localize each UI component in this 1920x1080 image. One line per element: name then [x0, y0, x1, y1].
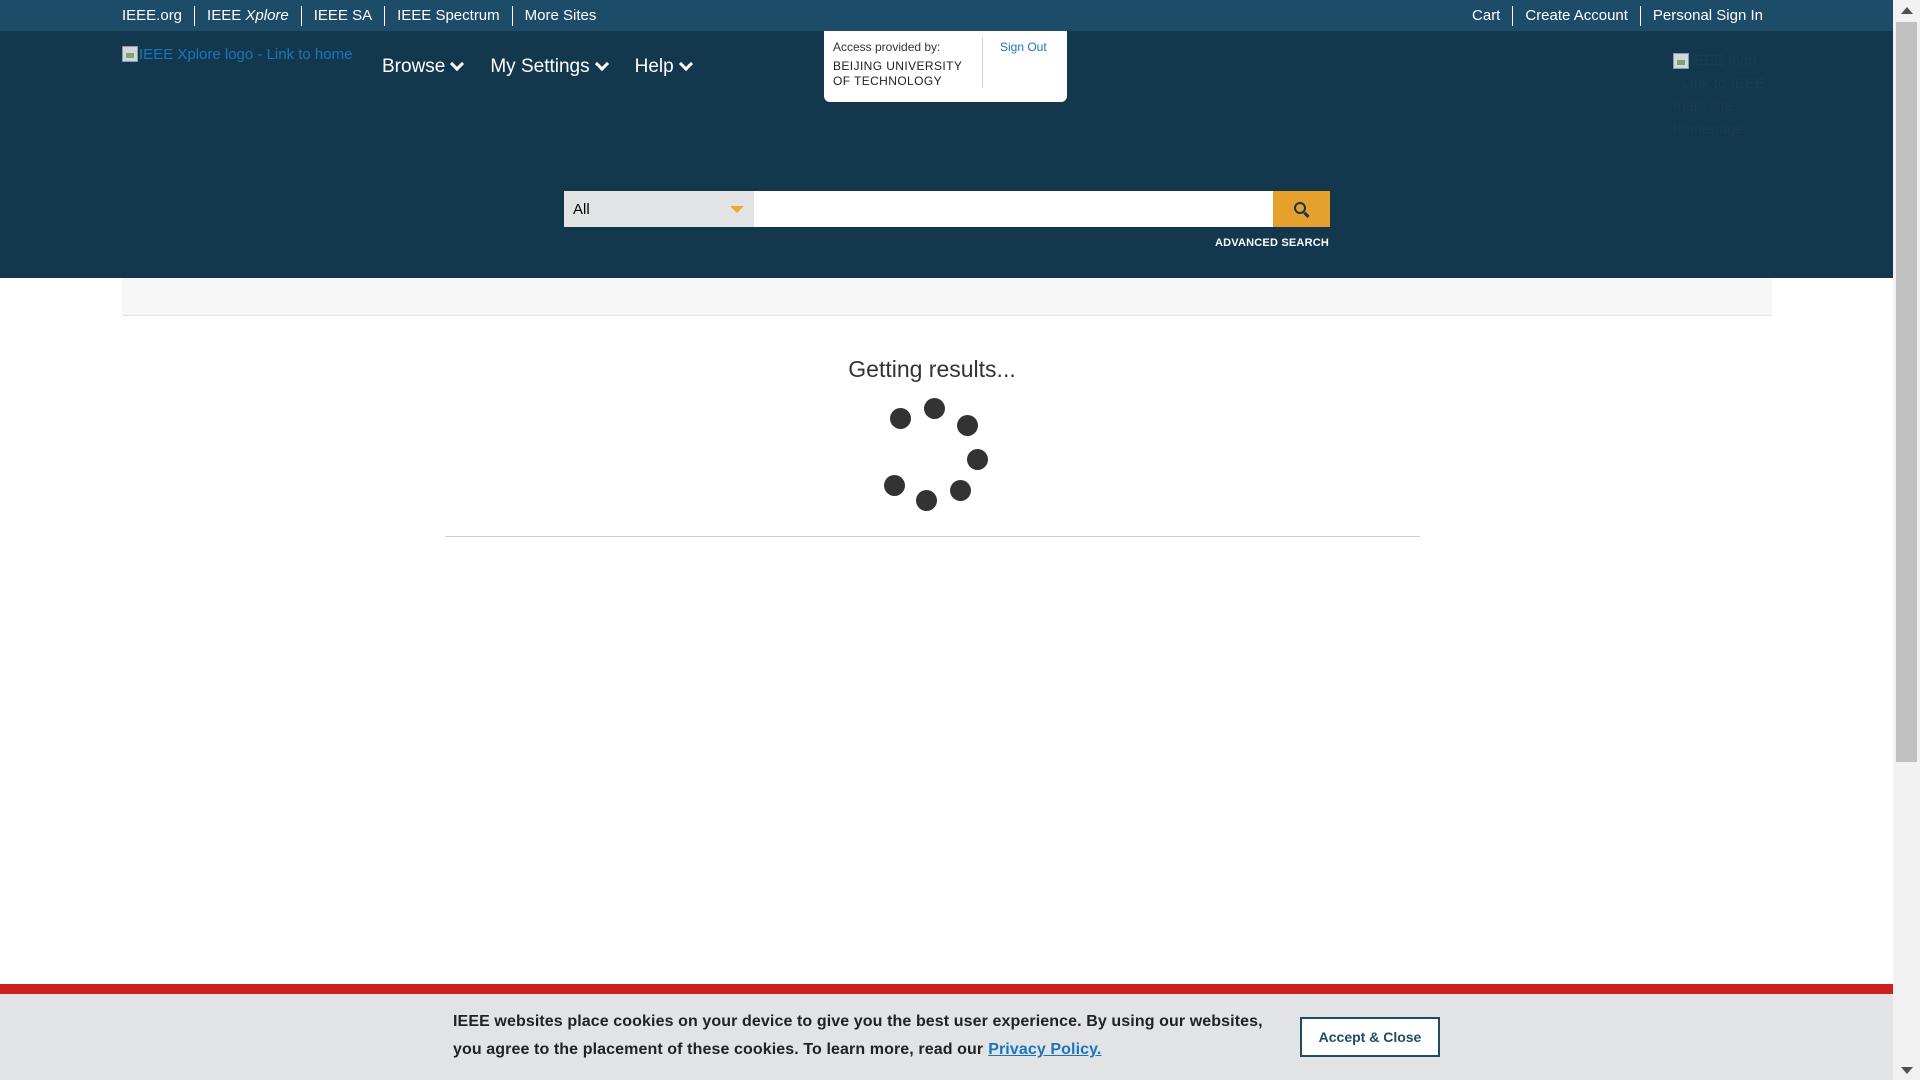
institution-access-box: Access provided by: BEIJING UNIVERSITY O… [824, 31, 1067, 102]
nav-browse-label: Browse [382, 56, 446, 77]
link-more-sites[interactable]: More Sites [511, 5, 609, 26]
privacy-policy-link[interactable]: Privacy Policy. [988, 1041, 1101, 1058]
xplore-logo-link[interactable]: IEEE Xplore logo - Link to home [122, 46, 352, 63]
link-ieee-spectrum[interactable]: IEEE Spectrum [384, 5, 512, 26]
nav-my-settings[interactable]: My Settings [490, 56, 609, 78]
results-toolbar-band [122, 278, 1772, 316]
scroll-down-button[interactable] [1893, 1060, 1920, 1080]
chevron-down-icon [594, 56, 609, 72]
nav-browse[interactable]: Browse [382, 56, 465, 78]
spinner-dot [884, 475, 905, 496]
loading-message: Getting results... [848, 356, 1016, 382]
site-header: IEEE Xplore logo - Link to home Browse M… [0, 31, 1893, 278]
spinner-dot [916, 490, 937, 511]
institution-name: BEIJING UNIVERSITY OF TECHNOLOGY [833, 59, 981, 89]
broken-image-icon [1673, 53, 1689, 70]
access-divider [982, 37, 983, 88]
link-ieee-xplore[interactable]: IEEE Xplore [194, 5, 301, 26]
vertical-scrollbar[interactable] [1893, 0, 1920, 1080]
nav-help[interactable]: Help [634, 56, 693, 78]
top-links-right: Cart Create Account Personal Sign In [1472, 0, 1763, 31]
search-bar: All [564, 191, 1330, 227]
cookie-banner: IEEE websites place cookies on your devi… [0, 994, 1893, 1080]
link-cart[interactable]: Cart [1472, 6, 1512, 26]
cookie-banner-accent [0, 984, 1893, 994]
xplore-logo-alt-text: IEEE Xplore logo - Link to home [139, 46, 353, 63]
link-ieee-sa[interactable]: IEEE SA [300, 5, 384, 26]
link-ieee-xplore-prefix: IEEE [207, 6, 246, 24]
search-button[interactable] [1273, 191, 1330, 227]
spinner-dot [957, 415, 978, 436]
institution-name-line2: OF TECHNOLOGY [833, 74, 942, 88]
accept-close-button[interactable]: Accept & Close [1300, 1017, 1440, 1057]
link-ieee-org[interactable]: IEEE.org [122, 6, 194, 26]
spinner-dot [950, 480, 971, 501]
access-provided-label: Access provided by: [833, 40, 941, 54]
chevron-down-icon [450, 56, 465, 72]
browser-viewport: IEEE.org IEEE Xplore IEEE SA IEEE Spectr… [0, 0, 1893, 1080]
top-links-left: IEEE.org IEEE Xplore IEEE SA IEEE Spectr… [122, 0, 608, 31]
caret-down-icon [730, 206, 744, 213]
spinner-dot [890, 408, 911, 429]
top-utility-bar: IEEE.org IEEE Xplore IEEE SA IEEE Spectr… [0, 0, 1893, 31]
spinner-dot [967, 449, 988, 470]
content-divider [445, 536, 1420, 537]
cookie-message: IEEE websites place cookies on your devi… [453, 1008, 1273, 1064]
main-nav: Browse My Settings Help [382, 56, 719, 78]
link-ieee-xplore-italic: Xplore [245, 6, 289, 24]
scroll-up-button[interactable] [1893, 0, 1920, 20]
scrollbar-thumb[interactable] [1896, 22, 1917, 762]
loading-spinner-icon [880, 398, 990, 513]
search-scope-value: All [573, 200, 590, 218]
sign-out-link[interactable]: Sign Out [1000, 40, 1047, 54]
nav-help-label: Help [634, 56, 674, 77]
access-info: Access provided by: BEIJING UNIVERSITY O… [833, 40, 981, 89]
broken-image-icon [122, 46, 138, 62]
chevron-down-icon [678, 56, 693, 72]
spinner-dot [924, 398, 945, 419]
search-scope-select[interactable]: All [564, 191, 754, 227]
link-personal-sign-in[interactable]: Personal Sign In [1639, 5, 1763, 26]
search-icon [1294, 201, 1306, 214]
search-input[interactable] [754, 191, 1272, 227]
advanced-search-link[interactable]: ADVANCED SEARCH [1215, 237, 1329, 249]
ieee-logo-link[interactable]: IEEE logo - Link to IEEE main site homep… [1673, 49, 1765, 141]
nav-my-settings-label: My Settings [490, 56, 590, 77]
cookie-message-text: IEEE websites place cookies on your devi… [453, 1013, 1263, 1058]
institution-name-line1: BEIJING UNIVERSITY [833, 59, 963, 73]
arrow-down-icon [1900, 1066, 1913, 1074]
arrow-up-icon [1900, 6, 1913, 14]
link-create-account[interactable]: Create Account [1512, 5, 1640, 26]
